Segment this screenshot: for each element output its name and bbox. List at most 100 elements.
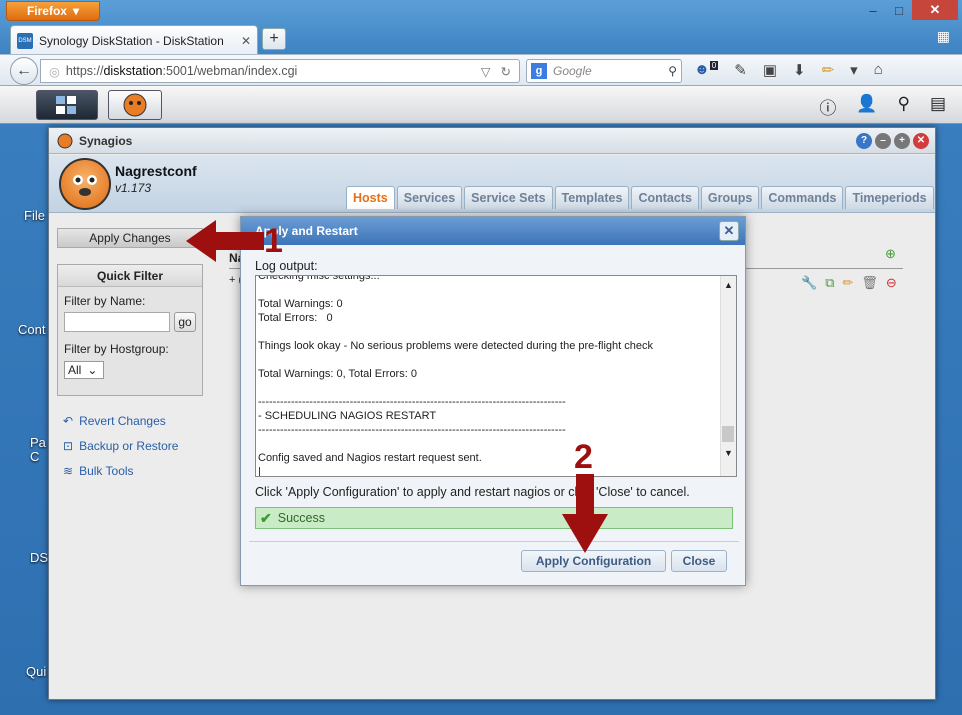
- new-tab-button[interactable]: +: [262, 28, 286, 50]
- disable-icon[interactable]: ⊖: [886, 275, 897, 291]
- revert-changes-link[interactable]: ↶ Revert Changes: [63, 408, 205, 433]
- scroll-down-icon[interactable]: ▼: [724, 446, 733, 460]
- trash-icon[interactable]: 🗑: [861, 275, 878, 291]
- close-icon[interactable]: ✕: [912, 0, 958, 20]
- google-icon[interactable]: g: [531, 63, 547, 79]
- annotation-arrow-1: [186, 220, 264, 262]
- tab-groups-icon[interactable]: ▦: [937, 28, 950, 45]
- main-menu-button[interactable]: [36, 90, 98, 120]
- browser-window: Firefox ▾ – □ ✕ DSM Synology DiskStation …: [0, 0, 962, 715]
- tab-templates[interactable]: Templates: [554, 186, 630, 209]
- go-button[interactable]: go: [174, 312, 196, 332]
- tab-service-sets[interactable]: Service Sets: [464, 186, 553, 209]
- dsm-favicon-icon: DSM: [17, 32, 33, 49]
- search-bar[interactable]: g Google ⚲: [526, 59, 682, 83]
- filter-by-name-input[interactable]: [64, 312, 170, 332]
- revert-icon: ↶: [63, 413, 74, 428]
- wrench-icon[interactable]: 🔧: [801, 275, 817, 291]
- dialog-close-icon[interactable]: ✕: [719, 221, 739, 241]
- minimize-icon[interactable]: –: [860, 0, 886, 20]
- edit-icon[interactable]: ✏: [842, 275, 853, 291]
- status-success: ✔ Success: [255, 507, 733, 529]
- url-bar[interactable]: ◎ https://diskstation:5001/webman/index.…: [40, 59, 520, 83]
- user-icon[interactable]: 👤: [856, 94, 877, 119]
- close-button[interactable]: Close: [671, 550, 727, 572]
- scroll-thumb[interactable]: [722, 426, 734, 442]
- tab-timeperiods[interactable]: Timeperiods: [845, 186, 934, 209]
- toolbar-icons: ☻ 0 ✎ ▣ ⬇ ✏ ▾ ⌂: [694, 61, 883, 79]
- desktop-icon-package[interactable]: Pa C: [30, 436, 46, 464]
- maximize-icon[interactable]: +: [894, 132, 910, 149]
- close-icon[interactable]: ✕: [913, 132, 929, 149]
- search-input[interactable]: Google: [553, 64, 592, 78]
- minimize-icon[interactable]: –: [875, 132, 891, 149]
- dialog-titlebar: Apply and Restart: [241, 217, 745, 245]
- desktop-icon-control[interactable]: Cont: [18, 322, 45, 337]
- search-icon[interactable]: ⚲: [897, 94, 909, 119]
- backup-restore-link[interactable]: ⊡ Backup or Restore: [63, 433, 205, 458]
- app-name: Nagrestconf: [115, 163, 197, 179]
- tab-close-icon[interactable]: ✕: [241, 34, 251, 48]
- clone-icon[interactable]: ⧉: [825, 275, 834, 291]
- tab-services[interactable]: Services: [396, 186, 463, 209]
- browser-tab[interactable]: DSM Synology DiskStation - DiskStation ✕: [10, 25, 258, 55]
- hostgroup-select[interactable]: All ⌄: [64, 361, 104, 379]
- widgets-icon[interactable]: ▤: [930, 94, 946, 119]
- desktop-icon-quick[interactable]: Qui: [26, 664, 46, 679]
- reload-icon[interactable]: ↻: [501, 64, 511, 79]
- menu-chevron-icon[interactable]: ▾: [850, 61, 858, 79]
- annotation-arrow-2: [562, 474, 608, 553]
- app-logo: [59, 158, 111, 210]
- dsm-taskbar: ⓘ 👤 ⚲ ▤: [0, 86, 962, 124]
- desktop-icon-file[interactable]: File: [24, 208, 45, 223]
- tab-groups[interactable]: Groups: [700, 186, 760, 209]
- help-icon[interactable]: ?: [856, 132, 872, 149]
- log-line: [258, 381, 736, 395]
- tab-commands[interactable]: Commands: [761, 186, 844, 209]
- scroll-up-icon[interactable]: ▲: [724, 278, 733, 292]
- log-line: [258, 283, 736, 297]
- log-line: - SCHEDULING NAGIOS RESTART: [258, 410, 437, 422]
- window-titlebar: Synagios ? – + ✕: [49, 128, 935, 154]
- download-icon[interactable]: ⬇: [793, 61, 806, 79]
- log-line: ----------------------------------------…: [258, 396, 566, 408]
- bookmarks-icon[interactable]: ▣: [763, 61, 777, 79]
- desktop-icon-ds[interactable]: DS: [30, 550, 48, 565]
- firefox-menu-button[interactable]: Firefox ▾: [6, 1, 100, 21]
- log-output-textarea[interactable]: Checking misc settings... Total Warnings:…: [255, 275, 737, 477]
- home-icon[interactable]: ⌂: [874, 61, 883, 79]
- log-line: Total Errors: 0: [258, 312, 333, 324]
- window-title: Synagios: [79, 133, 133, 148]
- search-icon[interactable]: ⚲: [668, 64, 677, 78]
- dsm-tray: ⓘ 👤 ⚲ ▤: [819, 94, 946, 119]
- backup-icon: ⊡: [63, 438, 74, 453]
- pencil-icon[interactable]: ✏: [822, 61, 835, 79]
- row-tools: 🔧 ⧉ ✏ 🗑 ⊖: [801, 275, 897, 291]
- filter-by-hostgroup-label: Filter by Hostgroup:: [64, 342, 169, 356]
- sidebar: Apply Changes Quick Filter Filter by Nam…: [57, 228, 205, 483]
- sidebar-links: ↶ Revert Changes ⊡ Backup or Restore ≋ Bulk…: [63, 408, 205, 483]
- meerkat-icon: [57, 133, 73, 148]
- apply-changes-button[interactable]: Apply Changes: [57, 228, 203, 248]
- tab-contacts[interactable]: Contacts: [631, 186, 699, 209]
- quick-filter-title: Quick Filter: [58, 265, 202, 287]
- bulk-tools-link[interactable]: ≋ Bulk Tools: [63, 458, 205, 483]
- meerkat-icon: [73, 175, 97, 196]
- info-icon[interactable]: ⓘ: [819, 94, 836, 119]
- divider: [249, 541, 739, 542]
- layers-icon: ≋: [63, 463, 74, 478]
- eyedropper-icon[interactable]: ✎: [734, 61, 747, 79]
- synagios-taskbar-button[interactable]: [108, 90, 162, 120]
- maximize-icon[interactable]: □: [886, 0, 912, 20]
- log-scrollbar[interactable]: ▲ ▼: [720, 276, 736, 476]
- back-button[interactable]: ←: [10, 57, 38, 85]
- dropdown-arrow-icon[interactable]: ▽: [481, 64, 491, 79]
- dialog-instruction: Click 'Apply Configuration' to apply and…: [255, 485, 690, 499]
- url-text: https://diskstation:5001/webman/index.cg…: [65, 64, 298, 78]
- addon-ghostery-icon[interactable]: ☻ 0: [694, 61, 719, 79]
- tab-hosts[interactable]: Hosts: [346, 186, 395, 209]
- log-line: [258, 325, 736, 339]
- chevron-down-icon: ⌄: [87, 363, 98, 377]
- log-line: Things look okay - No serious problems w…: [258, 340, 653, 352]
- add-host-icon[interactable]: ⊕: [885, 246, 896, 262]
